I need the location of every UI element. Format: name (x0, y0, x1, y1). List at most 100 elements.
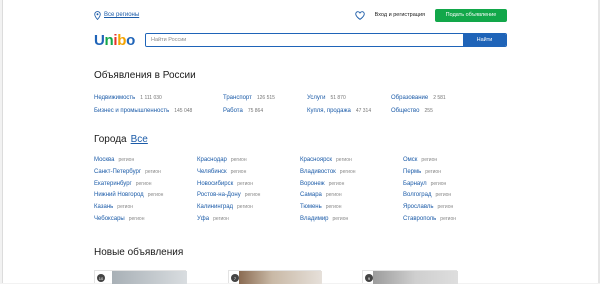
search-button[interactable]: Найти (463, 34, 506, 46)
city-item: Челябинск регион (197, 169, 300, 177)
ad-card[interactable]: 9 (362, 270, 458, 284)
city-link[interactable]: Чебоксары (94, 216, 125, 222)
region-label[interactable]: регион (329, 181, 345, 187)
city-item: Владимир регион (300, 216, 403, 224)
category-grid: Недвижимость 1 111 030 Транспорт 126 515 Усл… (94, 95, 507, 114)
city-item: Казань регион (94, 204, 197, 212)
region-selector[interactable]: Все регионы (94, 10, 139, 20)
category-link[interactable]: Услуги (307, 95, 325, 101)
logo-letter: b (117, 31, 127, 49)
category-link[interactable]: Недвижимость (94, 95, 135, 101)
region-label[interactable]: регион (129, 216, 145, 222)
city-link[interactable]: Пермь (403, 169, 421, 175)
region-label[interactable]: регион (148, 192, 164, 198)
region-label[interactable]: регион (435, 192, 451, 198)
city-link[interactable]: Ставрополь (403, 216, 436, 222)
post-ad-button[interactable]: Подать объявление (435, 8, 507, 22)
region-label[interactable]: регион (425, 169, 441, 175)
category-item: Купля, продажа 47 314 (307, 108, 391, 114)
new-ads-section-title: Новые объявления (94, 247, 184, 258)
category-link[interactable]: Работа (223, 108, 243, 114)
region-label[interactable]: регион (245, 192, 261, 198)
region-link[interactable]: Все регионы (104, 12, 139, 18)
search-row: U n i b o Найти (94, 32, 507, 49)
city-item: Екатеринбург регион (94, 181, 197, 189)
city-link[interactable]: Самара (300, 192, 322, 198)
region-label[interactable]: регион (213, 216, 229, 222)
city-item: Красноярск регион (300, 157, 403, 165)
city-link[interactable]: Ростов-на-Дону (197, 192, 241, 198)
all-cities-link[interactable]: Все (131, 134, 148, 145)
city-item: Ставрополь регион (403, 216, 507, 224)
region-label[interactable]: регион (421, 157, 437, 163)
city-link[interactable]: Красноярск (300, 157, 332, 163)
city-link[interactable]: Ярославль (403, 204, 434, 210)
region-label[interactable]: регион (431, 181, 447, 187)
region-label[interactable]: регион (237, 204, 253, 210)
unibo-logo[interactable]: U n i b o (94, 32, 144, 49)
top-bar: Все регионы Вход и регистрация Подать об… (94, 8, 507, 22)
category-link[interactable]: Образование (391, 95, 428, 101)
city-item: Омск регион (403, 157, 507, 165)
city-link[interactable]: Санкт-Петербург (94, 169, 141, 175)
ad-card[interactable]: 10 (94, 270, 187, 284)
city-link[interactable]: Владивосток (300, 169, 336, 175)
region-label[interactable]: регион (231, 157, 247, 163)
region-label[interactable]: регион (136, 181, 152, 187)
city-link[interactable]: Новосибирск (197, 181, 233, 187)
city-item: Владивосток регион (300, 169, 403, 177)
city-link[interactable]: Нижний Новгород (94, 192, 144, 198)
region-label[interactable]: регион (440, 216, 456, 222)
city-item: Тюмень регион (300, 204, 403, 212)
city-link[interactable]: Тюмень (300, 204, 322, 210)
city-link[interactable]: Челябинск (197, 169, 227, 175)
category-item: Недвижимость 1 111 030 (94, 95, 223, 101)
city-link[interactable]: Екатеринбург (94, 181, 132, 187)
region-label[interactable]: регион (237, 181, 253, 187)
new-ads-cards: 10 7 9 (94, 270, 507, 284)
region-label[interactable]: регион (145, 169, 161, 175)
category-item: Бизнес и промышленность 145 048 (94, 108, 223, 114)
region-label[interactable]: регион (336, 157, 352, 163)
category-item: Образование 2 581 (391, 95, 486, 101)
city-link[interactable]: Владимир (300, 216, 329, 222)
region-label[interactable]: регион (118, 157, 134, 163)
category-link[interactable]: Купля, продажа (307, 108, 351, 114)
category-link[interactable]: Транспорт (223, 95, 252, 101)
city-link[interactable]: Калининград (197, 204, 233, 210)
region-label[interactable]: регион (117, 204, 133, 210)
ad-card[interactable]: 7 (228, 270, 322, 284)
city-link[interactable]: Воронеж (300, 181, 325, 187)
city-link[interactable]: Омск (403, 157, 417, 163)
category-link[interactable]: Общество (391, 108, 420, 114)
favorites-heart-icon[interactable] (354, 10, 365, 20)
city-item: Москва регион (94, 157, 197, 165)
category-count: 51 870 (330, 95, 346, 101)
login-link[interactable]: Вход и регистрация (375, 12, 425, 18)
category-item: Транспорт 126 515 (223, 95, 307, 101)
search-input[interactable] (146, 34, 463, 46)
region-label[interactable]: регион (231, 169, 247, 175)
category-count: 255 (424, 108, 433, 114)
city-link[interactable]: Казань (94, 204, 113, 210)
top-actions: Вход и регистрация Подать объявление (354, 8, 507, 22)
category-count: 126 515 (256, 95, 275, 101)
logo-letter: o (126, 31, 136, 49)
city-link[interactable]: Москва (94, 157, 114, 163)
category-count: 1 111 030 (140, 95, 162, 101)
logo-letter: n (104, 31, 114, 49)
region-label[interactable]: регион (326, 192, 342, 198)
city-link[interactable]: Барнаул (403, 181, 427, 187)
region-label[interactable]: регион (333, 216, 349, 222)
logo-letter: U (94, 31, 105, 49)
photo-count-badge: 9 (365, 274, 373, 282)
city-item: Барнаул регион (403, 181, 507, 189)
region-label[interactable]: регион (438, 204, 454, 210)
city-link[interactable]: Уфа (197, 216, 209, 222)
category-link[interactable]: Бизнес и промышленность (94, 108, 169, 114)
region-label[interactable]: регион (326, 204, 342, 210)
city-link[interactable]: Краснодар (197, 157, 227, 163)
ad-card-image (373, 271, 458, 284)
city-link[interactable]: Волгоград (403, 192, 431, 198)
region-label[interactable]: регион (340, 169, 356, 175)
